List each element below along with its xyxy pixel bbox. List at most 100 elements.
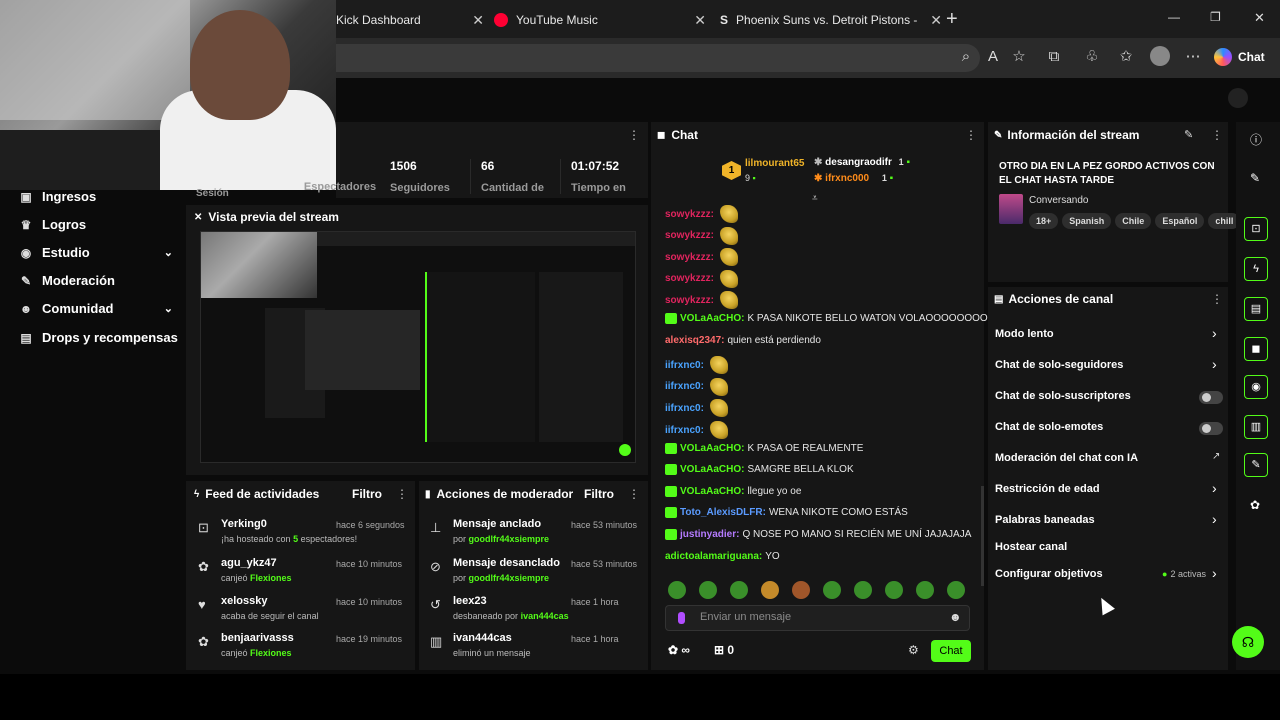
chevron-right-icon[interactable]: ›: [1212, 480, 1217, 496]
chat-username[interactable]: iifrxnc0:: [665, 403, 704, 414]
mod-action-user[interactable]: goodlfr44xsiempre: [469, 534, 550, 544]
send-chat-button[interactable]: Chat: [931, 640, 971, 662]
chat-username[interactable]: iifrxnc0:: [665, 425, 704, 436]
channel-action-5[interactable]: Restricción de edad: [995, 483, 1100, 495]
emote-icon[interactable]: [699, 581, 717, 599]
stream-info-menu-icon[interactable]: ⋮: [1211, 128, 1223, 142]
read-aloud-icon[interactable]: A: [982, 46, 1004, 68]
chevron-right-icon[interactable]: ›: [1212, 356, 1217, 372]
close-tab-icon[interactable]: ✕: [472, 12, 484, 29]
mod-action-item[interactable]: ▥ ivan444cas hace 1 hora eliminó un mensaje: [428, 632, 640, 668]
minimize-button[interactable]: —: [1168, 10, 1180, 24]
chat-username[interactable]: sowykzzz:: [665, 273, 714, 284]
emote-icon[interactable]: [885, 581, 903, 599]
emote-icon[interactable]: [916, 581, 934, 599]
close-window-button[interactable]: ✕: [1254, 10, 1265, 26]
channel-action-6[interactable]: Palabras baneadas: [995, 514, 1095, 526]
mod-action-user[interactable]: ivan444cas: [521, 611, 569, 621]
stats-menu-icon[interactable]: ⋮: [628, 128, 640, 142]
tab-youtube-music[interactable]: YouTube Music ✕: [494, 6, 706, 34]
sidebar-item-estudio[interactable]: ◉ Estudio ⌄: [18, 245, 173, 260]
emote-icon[interactable]: [792, 581, 810, 599]
favorites-icon[interactable]: ✩: [1115, 46, 1137, 68]
top-gifter-name[interactable]: lilmourant65: [745, 158, 804, 169]
chat-username[interactable]: sowykzzz:: [665, 230, 714, 241]
chat-username[interactable]: alexisq2347:: [665, 335, 725, 346]
chat-username[interactable]: sowykzzz:: [665, 295, 714, 306]
mod-action-item[interactable]: ⊥ Mensaje anclado hace 53 minutos por goodl…: [428, 518, 640, 554]
channel-action-4[interactable]: Moderación del chat con IA: [995, 452, 1138, 464]
channel-action-8[interactable]: Configurar objetivos: [995, 568, 1103, 580]
chat-username[interactable]: Toto_AlexisDLFR:: [680, 507, 766, 518]
mod-action-item[interactable]: ↺ leex23 hace 1 hora desbaneado por ivan444…: [428, 595, 640, 631]
gift-subs[interactable]: ⊞ 0: [714, 643, 734, 657]
chat-username[interactable]: iifrxnc0:: [665, 381, 704, 392]
gifter-3[interactable]: ✱ ifrxnc000 1 ▪: [814, 173, 893, 184]
favorite-star-icon[interactable]: ☆: [1008, 46, 1030, 68]
chat-username[interactable]: VOLaAaCHO:: [680, 486, 744, 497]
chat-input[interactable]: Enviar un mensaje ☻: [665, 605, 970, 631]
activity-user[interactable]: benjaarivasss: [221, 632, 294, 644]
mod-filter-button[interactable]: Filtro: [584, 487, 614, 501]
activity-item[interactable]: ✿ benjaarivasss hace 19 minutos canjeó Flex…: [196, 632, 408, 668]
performance-icon[interactable]: ♧: [1081, 46, 1103, 68]
mod-action-item[interactable]: ⊘ Mensaje desanclado hace 53 minutos por go…: [428, 557, 640, 593]
edit-stream-info-icon[interactable]: ✎: [1184, 128, 1193, 141]
activity-user[interactable]: agu_ykz47: [221, 557, 277, 569]
activity-user[interactable]: Yerking0: [221, 518, 267, 530]
chat-username[interactable]: VOLaAaCHO:: [680, 443, 744, 454]
pencil-icon[interactable]: ✎: [1250, 171, 1260, 185]
close-tab-icon[interactable]: ✕: [930, 12, 942, 29]
channel-action-0[interactable]: Modo lento: [995, 328, 1054, 340]
channel-action-7[interactable]: Hostear canal: [995, 541, 1067, 553]
chat-username[interactable]: adictoalamariguana:: [665, 551, 762, 562]
print-icon[interactable]: ▥: [1244, 415, 1268, 439]
channel-action-3[interactable]: Chat de solo-emotes: [995, 421, 1103, 433]
chat-settings-icon[interactable]: ⚙: [908, 643, 919, 657]
mod-menu-icon[interactable]: ⋮: [628, 487, 640, 501]
emote-icon[interactable]: [730, 581, 748, 599]
stream-preview-video[interactable]: [200, 231, 636, 463]
sidebar-item-comunidad[interactable]: ☻ Comunidad ⌄: [18, 301, 173, 316]
gifter-2[interactable]: ✱ desangraodifr 1 ▪: [814, 157, 910, 168]
new-tab-button[interactable]: +: [946, 8, 958, 31]
activity-item[interactable]: ⊡ Yerking0 hace 6 segundos ¡ha hosteado con…: [196, 518, 408, 554]
chevron-right-icon[interactable]: ›: [1212, 511, 1217, 527]
chat-username[interactable]: justinyadier:: [680, 529, 739, 540]
zoom-icon[interactable]: ⌕: [955, 46, 977, 68]
tab-phoenix-suns[interactable]: S Phoenix Suns vs. Detroit Pistons - ✕: [720, 6, 942, 34]
chat-menu-icon[interactable]: ⋮: [965, 128, 977, 142]
activity-user[interactable]: xelossky: [221, 595, 267, 607]
kick-user-avatar[interactable]: [1228, 88, 1248, 108]
sidebar-item-logros[interactable]: ♛ Logros: [18, 217, 86, 232]
emoji-picker-icon[interactable]: ☻: [949, 610, 962, 624]
chevron-right-icon[interactable]: ›: [1212, 565, 1217, 581]
address-bar[interactable]: [320, 44, 980, 72]
sidebar-item-moderacion[interactable]: ✎ Moderación: [18, 273, 115, 288]
tag[interactable]: Chile: [1115, 213, 1152, 229]
external-link-icon[interactable]: ↗: [1212, 451, 1220, 462]
expand-leaderboard-icon[interactable]: ⩡: [812, 193, 818, 204]
chat-username[interactable]: sowykzzz:: [665, 209, 714, 220]
activity-item[interactable]: ✿ agu_ykz47 hace 10 minutos canjeó Flexione…: [196, 557, 408, 593]
close-tab-icon[interactable]: ✕: [694, 12, 706, 29]
info-icon[interactable]: ⓘ: [1250, 131, 1262, 148]
tag[interactable]: Español: [1155, 213, 1205, 229]
activity-item[interactable]: ♥ xelossky hace 10 minutos acaba de seguir …: [196, 595, 408, 631]
mod-action-user[interactable]: goodlfr44xsiempre: [469, 573, 550, 583]
category-thumbnail[interactable]: [999, 194, 1023, 224]
support-chat-button[interactable]: ☊: [1232, 626, 1264, 658]
document-icon[interactable]: ▤: [1244, 297, 1268, 321]
flash-icon[interactable]: ϟ: [1244, 257, 1268, 281]
tag[interactable]: 18+: [1029, 213, 1059, 229]
channel-actions-menu-icon[interactable]: ⋮: [1211, 292, 1223, 306]
add-widget-icon[interactable]: ✿: [1250, 498, 1260, 512]
sidebar-item-ingresos[interactable]: ▣ Ingresos: [18, 189, 96, 204]
close-preview-icon[interactable]: ✕: [194, 212, 202, 223]
toggle-switch[interactable]: [1199, 391, 1223, 404]
chat-icon[interactable]: ◼: [1244, 337, 1268, 361]
activity-filter-button[interactable]: Filtro: [352, 487, 382, 501]
emote-icon[interactable]: [668, 581, 686, 599]
broadcast-icon[interactable]: ◉: [1244, 375, 1268, 399]
extensions-icon[interactable]: ⧉: [1043, 46, 1065, 68]
